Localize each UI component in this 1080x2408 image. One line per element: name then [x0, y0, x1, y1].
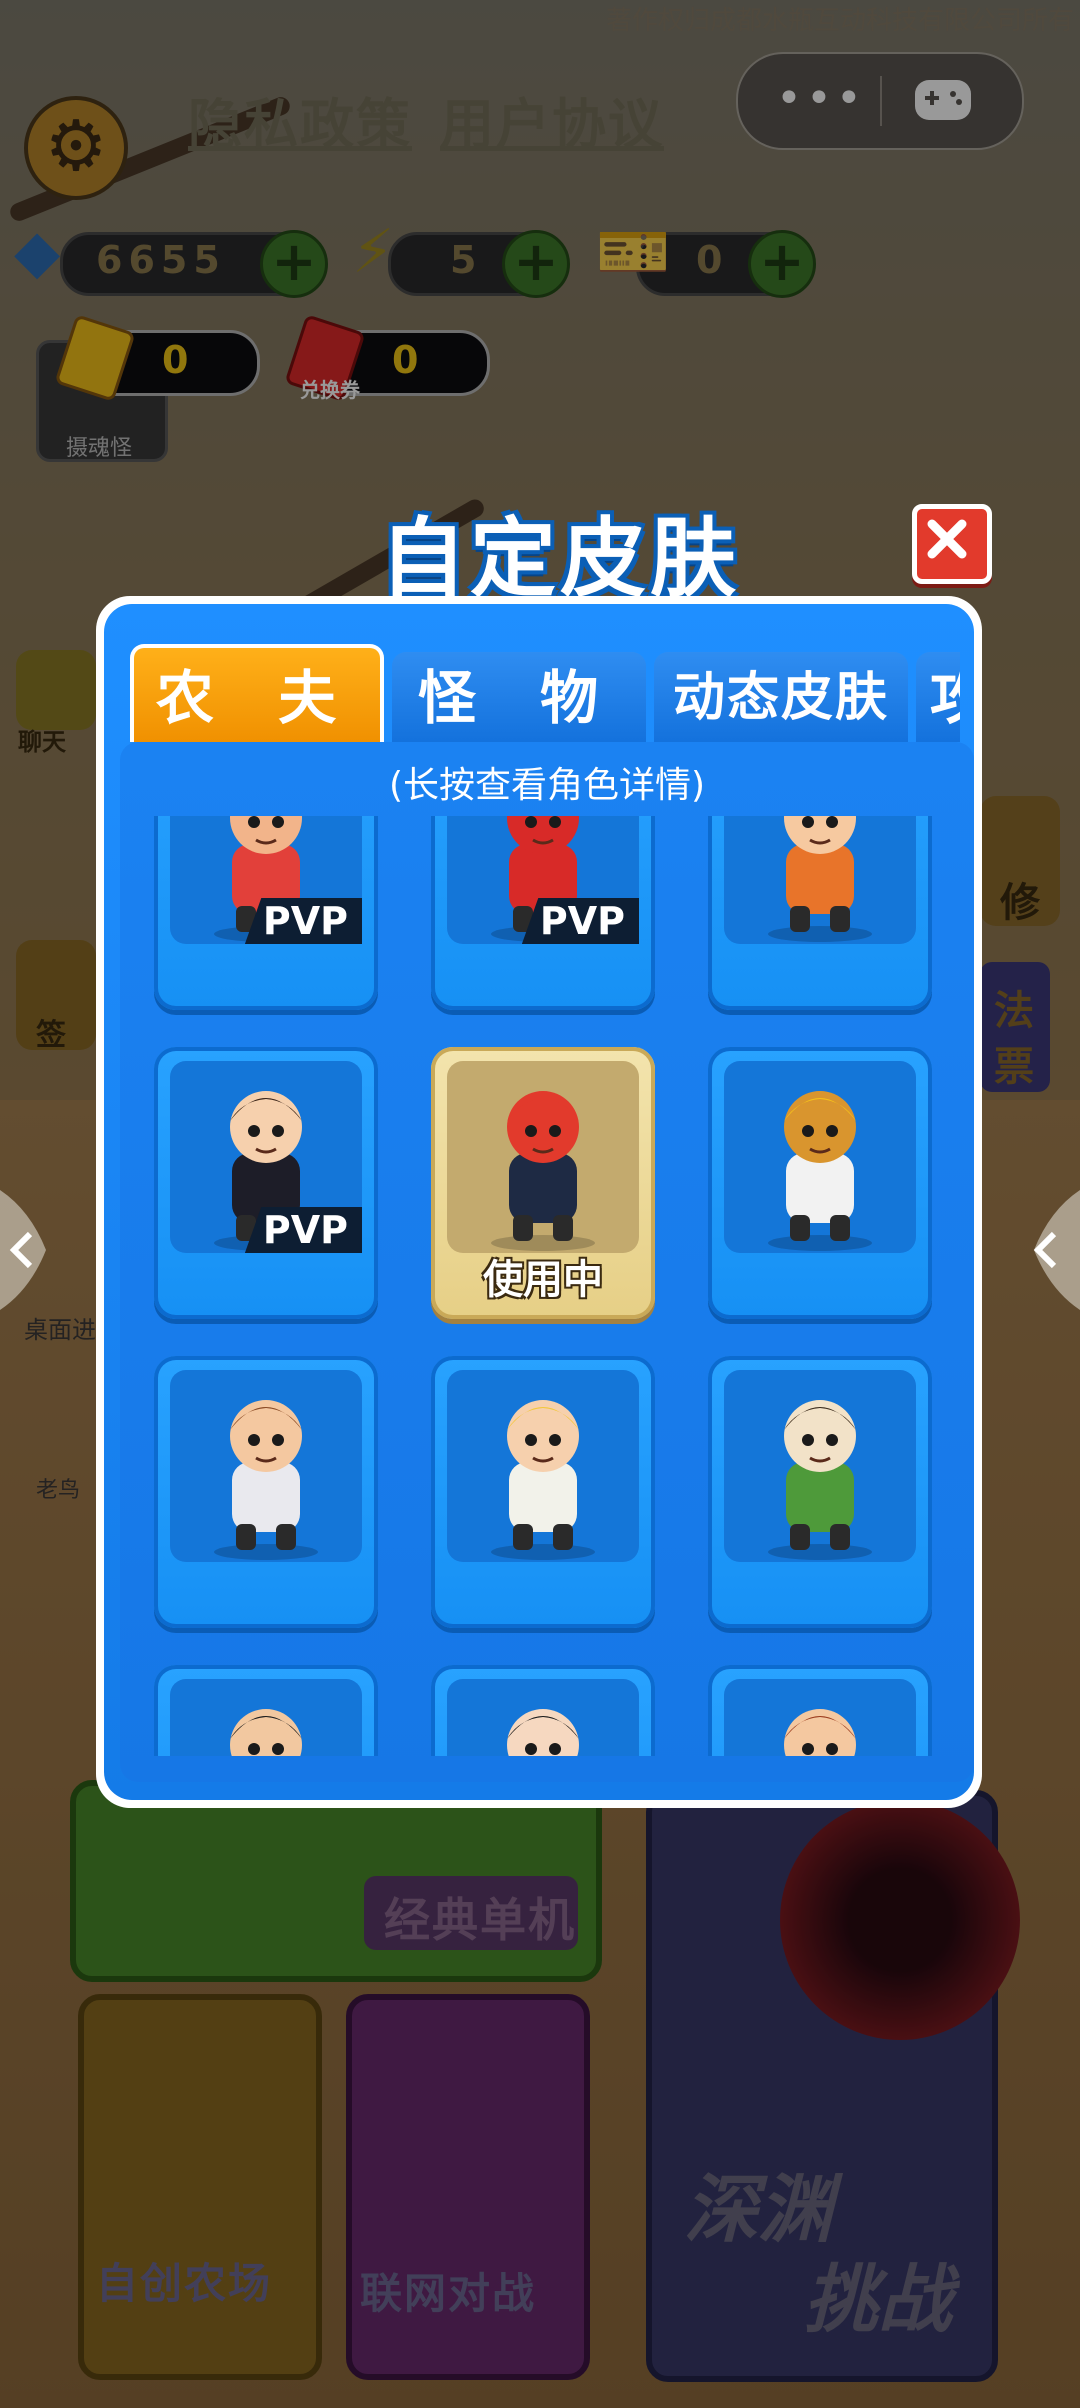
tab-attack[interactable]: 攻: [916, 652, 960, 742]
character-warrior-icon: [230, 1709, 302, 1756]
character-axe-farmer-icon: [491, 1400, 595, 1560]
skin-card-scarf-boy[interactable]: PVP: [154, 1047, 378, 1319]
skin-card-zongzi[interactable]: [708, 1356, 932, 1628]
skin-panel: 农 夫 怪 物 动态皮肤 攻 (长按查看角色详情) PVP PVP PVP 使用中: [96, 596, 982, 1808]
close-button[interactable]: [912, 504, 992, 584]
skin-portrait: [170, 1370, 362, 1562]
pvp-badge: PVP: [244, 898, 362, 944]
skin-portrait: [447, 1370, 639, 1562]
skin-content: (长按查看角色详情) PVP PVP PVP 使用中: [120, 742, 974, 1782]
character-sunflower-icon: [768, 1091, 872, 1251]
tab-dynamic-skin-label: 动态皮肤: [672, 668, 889, 728]
skin-grid[interactable]: PVP PVP PVP 使用中: [154, 816, 944, 1756]
chevron-right-icon[interactable]: [1020, 1180, 1080, 1320]
character-ribbon-girl-icon: [784, 1709, 856, 1756]
pvp-badge: PVP: [521, 898, 639, 944]
skin-card-opera[interactable]: [431, 1665, 655, 1756]
skin-card-axe-farmer[interactable]: [431, 1356, 655, 1628]
modal-title: 自定皮肤: [380, 509, 740, 609]
pvp-badge: PVP: [244, 1207, 362, 1253]
skin-card-red-monster[interactable]: PVP: [431, 816, 655, 1010]
tab-farmer-label: 农 夫: [155, 664, 359, 732]
close-icon: [927, 519, 967, 559]
skin-card-warrior[interactable]: [154, 1665, 378, 1756]
character-red-hood-icon: [491, 1091, 595, 1251]
skin-portrait: [724, 1679, 916, 1756]
tab-attack-label: 攻: [930, 664, 960, 732]
character-zongzi-icon: [768, 1400, 872, 1560]
character-opera-icon: [507, 1709, 579, 1756]
long-press-hint: (长按查看角色详情): [388, 765, 706, 806]
skin-card-ribbon-girl[interactable]: [708, 1665, 932, 1756]
skin-card-strongman[interactable]: PVP: [154, 816, 378, 1010]
tab-dynamic-skin[interactable]: 动态皮肤: [654, 652, 908, 742]
character-astronaut-icon: [214, 1400, 318, 1560]
skin-card-jetpack-girl[interactable]: [708, 816, 932, 1010]
chevron-left-icon[interactable]: [0, 1180, 60, 1320]
skin-portrait: [724, 1061, 916, 1253]
tab-farmer[interactable]: 农 夫: [130, 644, 384, 742]
character-jetpack-girl-icon: [768, 816, 872, 942]
skin-card-astronaut[interactable]: [154, 1356, 378, 1628]
tab-monster-label: 怪 物: [417, 664, 621, 732]
skin-portrait: [447, 1061, 639, 1253]
skin-portrait: [447, 1679, 639, 1756]
skin-tabs: 农 夫 怪 物 动态皮肤 攻: [130, 642, 960, 742]
skin-portrait: [170, 1679, 362, 1756]
skin-portrait: [724, 816, 916, 944]
skin-portrait: [724, 1370, 916, 1562]
in-use-label: 使用中: [483, 1257, 603, 1303]
skin-card-red-hood[interactable]: 使用中: [431, 1047, 655, 1319]
skin-panel-inner: 农 夫 怪 物 动态皮肤 攻 (长按查看角色详情) PVP PVP PVP 使用中: [104, 604, 974, 1800]
tab-monster[interactable]: 怪 物: [392, 652, 646, 742]
skin-card-sunflower[interactable]: [708, 1047, 932, 1319]
